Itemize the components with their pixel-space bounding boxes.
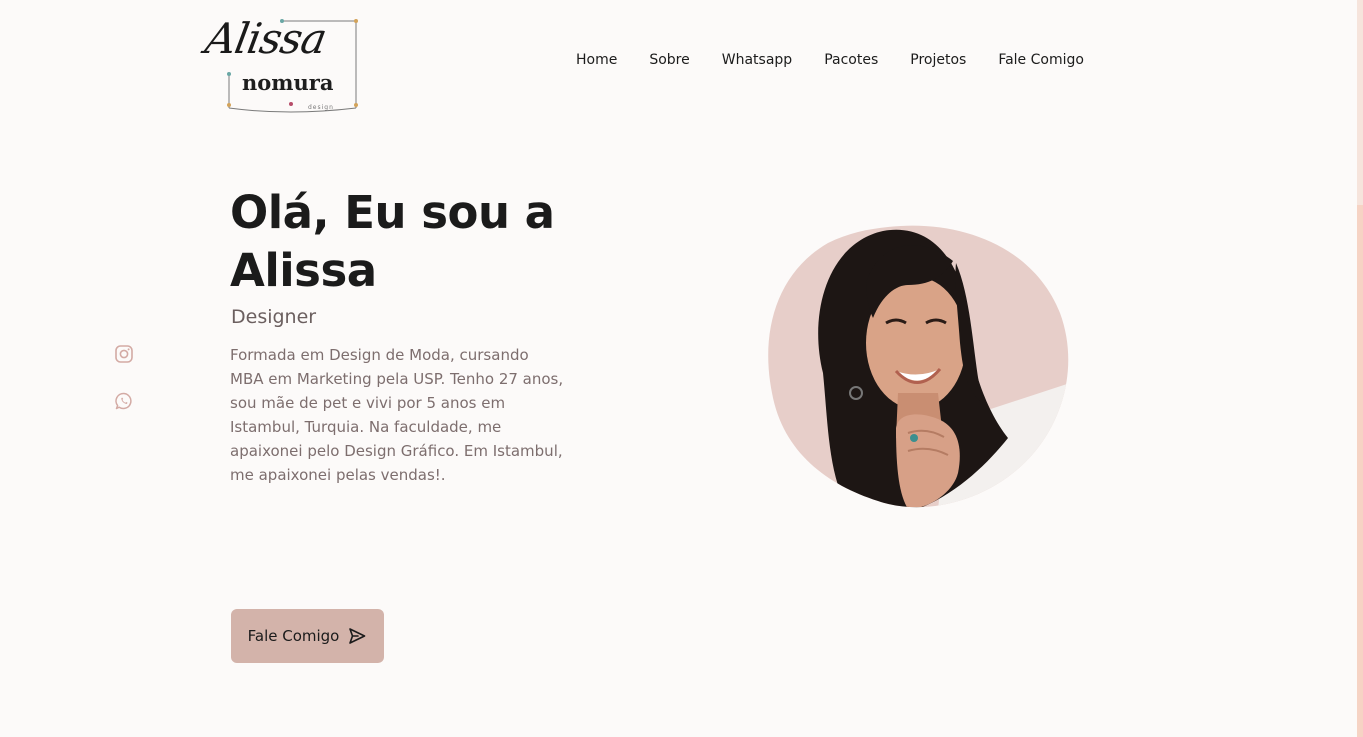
nav-item-whatsapp[interactable]: Whatsapp — [722, 50, 792, 70]
nav-item-pacotes[interactable]: Pacotes — [824, 50, 878, 70]
hero-description: Formada em Design de Moda, cursando MBA … — [230, 346, 564, 484]
scrollbar-thumb[interactable] — [1357, 0, 1363, 205]
logo-sub: design — [308, 104, 334, 111]
instagram-icon[interactable] — [114, 344, 134, 364]
nav-item-projetos[interactable]: Projetos — [910, 50, 966, 70]
contact-button[interactable]: Fale Comigo — [231, 609, 384, 663]
whatsapp-icon[interactable] — [114, 391, 134, 411]
logo-script: Alissa — [201, 14, 330, 63]
nav-item-sobre[interactable]: Sobre — [649, 50, 689, 70]
page: Alissa nomura design Home Sobre Whatsapp… — [0, 0, 1363, 737]
nav-item-home[interactable]: Home — [576, 50, 617, 70]
hero-subtitle: Designer — [231, 306, 317, 328]
social-links — [114, 344, 136, 438]
main-nav: Home Sobre Whatsapp Pacotes Projetos Fal… — [576, 50, 1084, 70]
logo-word: nomura — [242, 70, 334, 95]
scrollbar[interactable] — [1357, 0, 1363, 737]
nav-item-fale-comigo[interactable]: Fale Comigo — [998, 50, 1084, 70]
brand-logo[interactable]: Alissa nomura design — [201, 12, 364, 118]
profile-photo — [768, 225, 1069, 508]
hero-title: Olá, Eu sou a Alissa — [230, 186, 555, 297]
contact-button-label: Fale Comigo — [247, 627, 340, 645]
send-icon — [349, 628, 366, 644]
